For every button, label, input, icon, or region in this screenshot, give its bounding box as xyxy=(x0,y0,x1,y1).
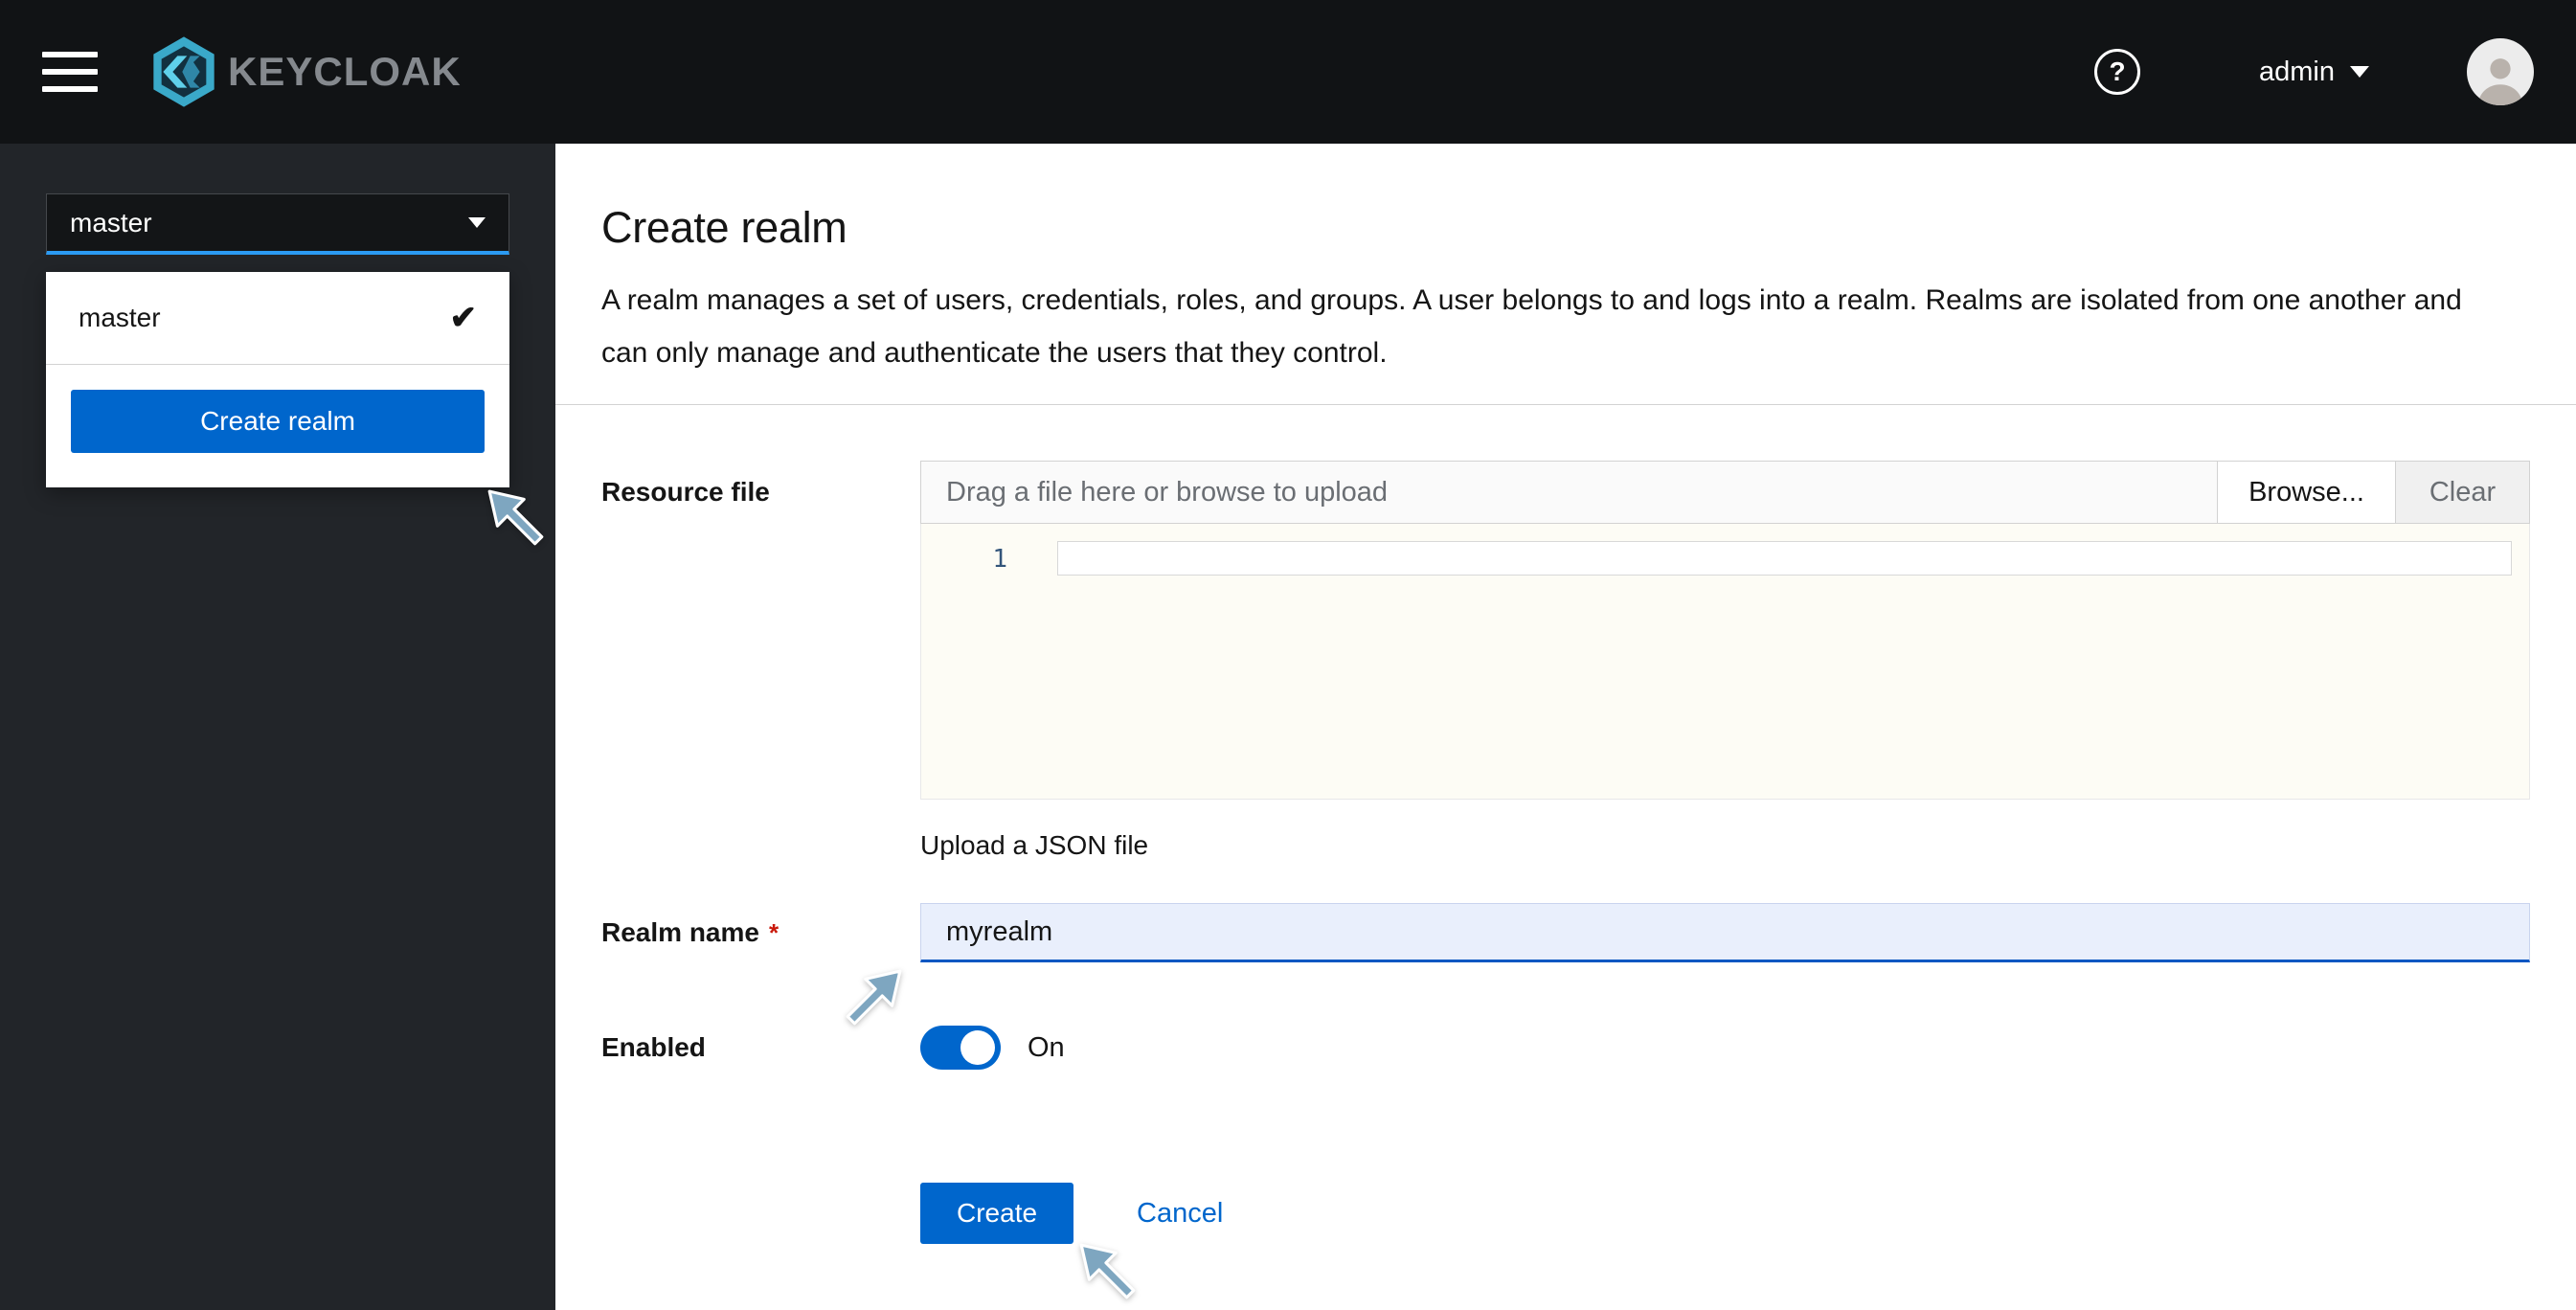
person-icon xyxy=(2473,50,2528,105)
keycloak-admin-console: KEYCLOAK ? admin master m xyxy=(0,0,2576,1310)
page-description: A realm manages a set of users, credenti… xyxy=(601,274,2502,379)
question-icon: ? xyxy=(2109,56,2125,87)
enabled-label: Enabled xyxy=(601,1032,920,1063)
realm-dropdown-menu: master ✔ Create realm xyxy=(46,272,509,487)
keycloak-logo: KEYCLOAK xyxy=(146,34,462,110)
realm-name-label-text: Realm name xyxy=(601,917,759,947)
realm-option-label: master xyxy=(79,303,161,333)
hamburger-icon xyxy=(42,86,98,92)
actions-row: Create Cancel xyxy=(601,1070,2530,1244)
upload-help-text: Upload a JSON file xyxy=(920,830,2530,861)
keycloak-wordmark: KEYCLOAK xyxy=(228,49,462,95)
resource-file-field: Browse... Clear 1 Upload a JSON file xyxy=(920,461,2530,861)
chevron-down-icon xyxy=(2350,66,2369,78)
required-asterisk: * xyxy=(769,918,779,947)
realm-name-field xyxy=(920,903,2530,962)
divider xyxy=(46,364,509,365)
user-menu-dropdown[interactable]: admin xyxy=(2253,56,2375,89)
browse-button[interactable]: Browse... xyxy=(2217,462,2395,523)
avatar[interactable] xyxy=(2467,38,2534,105)
actions-spacer xyxy=(601,1070,920,1244)
keycloak-logo-icon xyxy=(146,34,222,110)
hamburger-icon xyxy=(42,52,98,57)
realm-selector-toggle[interactable]: master xyxy=(46,193,509,255)
divider xyxy=(555,404,2576,405)
file-upload-filename-input[interactable] xyxy=(921,462,2217,523)
form-actions: Create Cancel xyxy=(920,1183,2530,1244)
create-realm-form: Resource file Browse... Clear 1 Upload a… xyxy=(601,461,2530,1244)
main-content: Create realm A realm manages a set of us… xyxy=(555,144,2576,1310)
header-toolbar: ? admin xyxy=(2094,38,2534,105)
file-upload-control: Browse... Clear xyxy=(920,461,2530,524)
enabled-row: Enabled On xyxy=(601,1026,2530,1070)
realm-name-input[interactable] xyxy=(920,903,2530,962)
line-number: 1 xyxy=(921,545,1007,574)
hamburger-icon xyxy=(42,69,98,75)
username: admin xyxy=(2259,56,2335,88)
page-title: Create realm xyxy=(601,203,2530,253)
realm-option-master[interactable]: master ✔ xyxy=(46,272,509,364)
chevron-down-icon xyxy=(468,217,486,228)
sidebar: master master ✔ Create realm xyxy=(0,144,555,1310)
help-button[interactable]: ? xyxy=(2094,49,2140,95)
cancel-link[interactable]: Cancel xyxy=(1137,1198,1223,1230)
editor-input-line[interactable] xyxy=(1057,541,2512,576)
enabled-field: On xyxy=(920,1026,2530,1070)
resource-file-label: Resource file xyxy=(601,461,920,861)
realm-name-row: Realm name * xyxy=(601,903,2530,962)
clear-button[interactable]: Clear xyxy=(2395,462,2529,523)
realm-name-label: Realm name * xyxy=(601,917,920,948)
nav-toggle-button[interactable] xyxy=(42,52,98,92)
create-button[interactable]: Create xyxy=(920,1183,1073,1244)
create-realm-menu-button[interactable]: Create realm xyxy=(71,390,485,453)
resource-file-row: Resource file Browse... Clear 1 Upload a… xyxy=(601,461,2530,861)
toggle-state-label: On xyxy=(1028,1032,1065,1064)
enabled-toggle[interactable] xyxy=(920,1026,1001,1070)
realm-selector-value: master xyxy=(70,208,152,238)
json-editor[interactable]: 1 xyxy=(920,524,2530,800)
check-icon: ✔ xyxy=(450,299,478,337)
masthead: KEYCLOAK ? admin xyxy=(0,0,2576,144)
toggle-knob xyxy=(960,1030,995,1065)
